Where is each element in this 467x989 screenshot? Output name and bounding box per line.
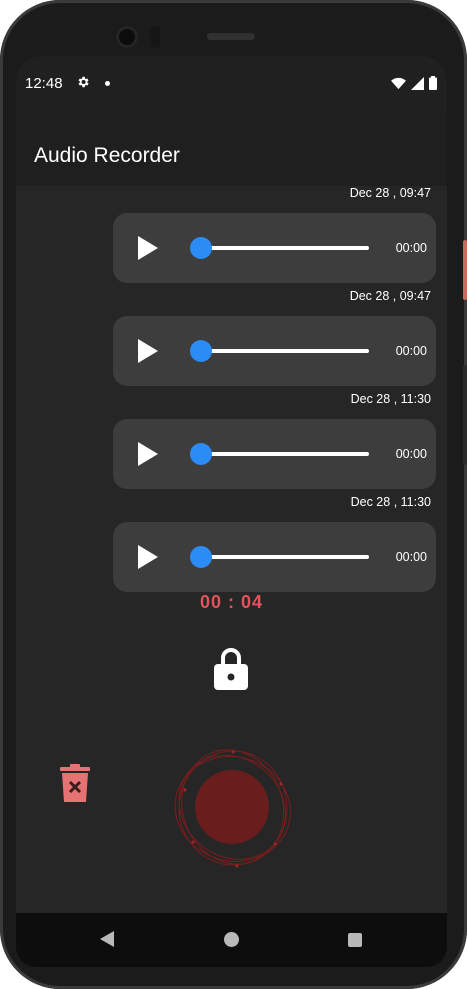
audio-player: 00:00 [113, 213, 436, 283]
play-icon[interactable] [138, 442, 158, 466]
home-icon[interactable] [224, 932, 239, 947]
audio-player: 00:00 [113, 316, 436, 386]
earpiece-speaker [207, 33, 255, 40]
audio-player: 00:00 [113, 419, 436, 489]
recording-timer: 00 : 04 [200, 592, 264, 612]
seek-thumb[interactable] [190, 443, 212, 465]
play-icon[interactable] [138, 236, 158, 260]
seek-track[interactable] [201, 349, 369, 353]
duration-label: 00:00 [395, 550, 427, 564]
back-icon[interactable] [100, 931, 114, 947]
record-button[interactable] [195, 770, 269, 844]
list-item: Dec 28 , 11:30 00:00 [16, 495, 447, 598]
recent-apps-icon[interactable] [348, 933, 362, 947]
record-area [171, 746, 295, 870]
app-bar: Audio Recorder [16, 110, 447, 186]
duration-label: 00:00 [395, 241, 427, 255]
play-icon[interactable] [138, 339, 158, 363]
app-title: Audio Recorder [34, 144, 180, 167]
wifi-icon [391, 77, 406, 89]
signal-icon [411, 76, 424, 90]
trash-icon[interactable] [60, 764, 90, 802]
phone-frame: 12:48 Audio Recorder Dec 28 , 09:47 00:0… [0, 0, 467, 989]
list-item: Dec 28 , 09:47 00:00 [16, 186, 447, 289]
recording-timestamp: Dec 28 , 09:47 [349, 186, 431, 200]
duration-label: 00:00 [395, 344, 427, 358]
seek-track[interactable] [201, 555, 369, 559]
status-bar: 12:48 [16, 56, 447, 110]
status-time: 12:48 [25, 75, 63, 92]
lock-icon[interactable] [214, 646, 248, 690]
recording-timestamp: Dec 28 , 11:30 [350, 392, 431, 406]
seek-track[interactable] [201, 452, 369, 456]
volume-button[interactable] [463, 365, 467, 465]
seek-track[interactable] [201, 246, 369, 250]
recording-timestamp: Dec 28 , 09:47 [349, 289, 431, 303]
status-icons [391, 76, 437, 90]
play-icon[interactable] [138, 545, 158, 569]
audio-player: 00:00 [113, 522, 436, 592]
list-item: Dec 28 , 11:30 00:00 [16, 392, 447, 495]
proximity-sensor [150, 26, 160, 48]
front-camera [116, 26, 138, 48]
battery-icon [429, 76, 437, 90]
settings-gear-icon [78, 76, 89, 88]
navigation-bar [16, 913, 447, 967]
notification-dot [105, 81, 110, 86]
screen: 12:48 Audio Recorder Dec 28 , 09:47 00:0… [16, 56, 447, 967]
seek-thumb[interactable] [190, 546, 212, 568]
list-item: Dec 28 , 09:47 00:00 [16, 289, 447, 392]
seek-thumb[interactable] [190, 237, 212, 259]
recording-timestamp: Dec 28 , 11:30 [350, 495, 431, 509]
power-button[interactable] [463, 240, 467, 300]
duration-label: 00:00 [395, 447, 427, 461]
seek-thumb[interactable] [190, 340, 212, 362]
